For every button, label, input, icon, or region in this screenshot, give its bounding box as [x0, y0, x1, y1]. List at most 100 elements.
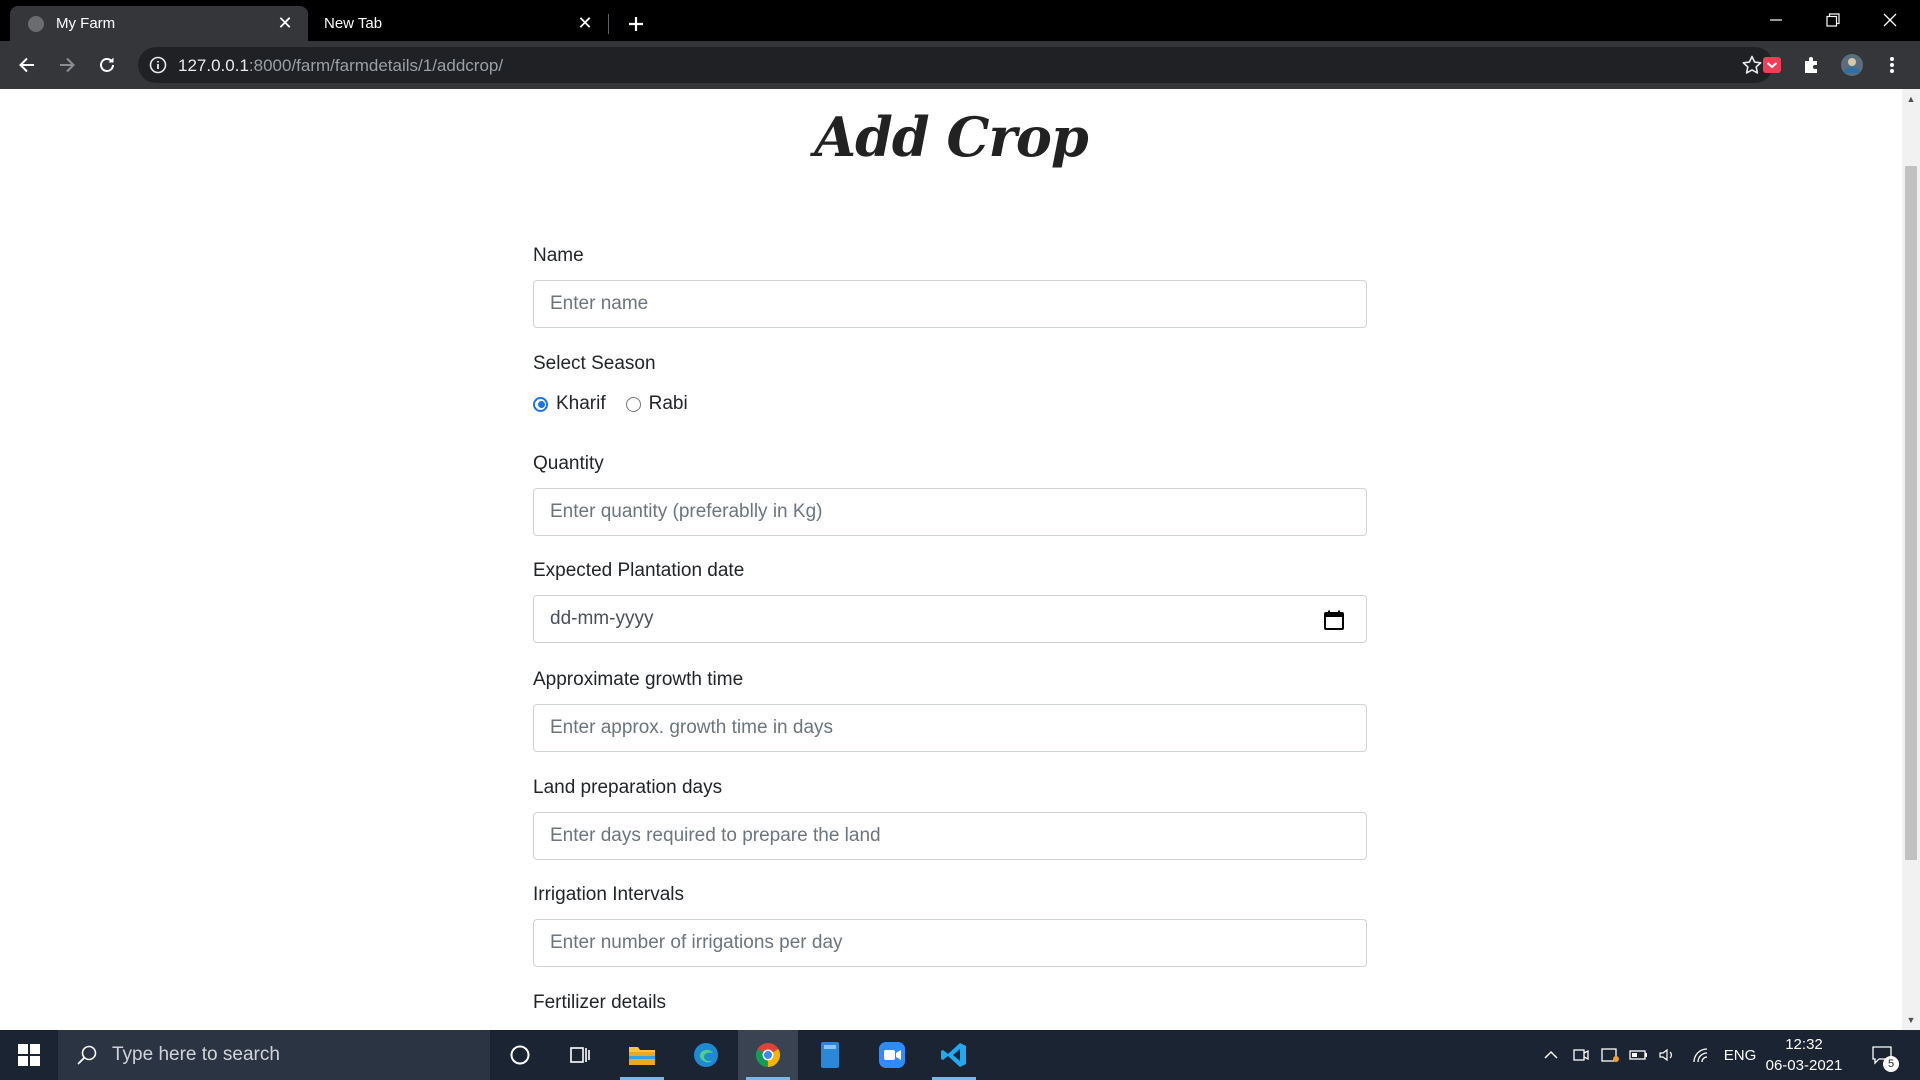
- info-icon[interactable]: [148, 55, 168, 75]
- growth-time-label: Approximate growth time: [533, 669, 744, 690]
- radio-kharif-label: Kharif: [556, 393, 606, 414]
- name-label: Name: [533, 245, 584, 266]
- scroll-up-arrow-icon[interactable]: ▲: [1906, 94, 1916, 104]
- search-icon: [77, 1045, 97, 1065]
- url-text[interactable]: 127.0.0.1:8000/farm/farmdetails/1/addcro…: [178, 56, 503, 76]
- close-icon[interactable]: ✕: [572, 11, 598, 37]
- radio-rabi[interactable]: Rabi: [625, 393, 688, 415]
- new-tab-button[interactable]: [620, 8, 652, 40]
- volume-tray-icon[interactable]: [1656, 1030, 1678, 1080]
- arrow-right-icon: [60, 57, 75, 73]
- radio-kharif[interactable]: Kharif: [533, 393, 606, 415]
- pocket-extension-button[interactable]: [1760, 53, 1784, 77]
- zoom-camera-icon: [879, 1042, 905, 1068]
- zoom-button[interactable]: [862, 1030, 922, 1080]
- chrome-menu-button[interactable]: [1880, 53, 1904, 77]
- show-hidden-icons-button[interactable]: [1540, 1030, 1562, 1080]
- notification-count-badge: 5: [1883, 1056, 1899, 1072]
- extensions-button[interactable]: [1800, 53, 1824, 77]
- window-close-button[interactable]: [1862, 0, 1918, 40]
- vscode-button[interactable]: [924, 1030, 984, 1080]
- quantity-group: Quantity: [533, 452, 1367, 536]
- windows-taskbar: Type here to search ENG 12:32 06-03-2021…: [0, 1030, 1920, 1080]
- radio-unchecked-icon[interactable]: [625, 396, 641, 412]
- plantation-date-input[interactable]: dd-mm-yyyy: [533, 595, 1367, 643]
- restore-icon: [1826, 13, 1840, 27]
- globe-icon: [28, 15, 44, 32]
- growth-time-input[interactable]: [533, 704, 1367, 752]
- edge-icon: [694, 1043, 718, 1067]
- irrigation-group: Irrigation Intervals: [533, 883, 1367, 967]
- kebab-menu-icon: [1890, 57, 1894, 73]
- document-icon: [821, 1042, 839, 1068]
- address-bar[interactable]: 127.0.0.1:8000/farm/farmdetails/1/addcro…: [138, 47, 1773, 83]
- profile-avatar[interactable]: [1840, 53, 1864, 77]
- taskbar-search[interactable]: Type here to search: [58, 1030, 490, 1080]
- quantity-input[interactable]: [533, 488, 1367, 536]
- tab-separator: [608, 14, 609, 34]
- task-view-icon: [570, 1047, 590, 1063]
- close-icon[interactable]: ✕: [272, 11, 298, 37]
- tab-my-farm[interactable]: My Farm ✕: [10, 6, 308, 41]
- arrow-left-icon: [19, 57, 34, 73]
- radio-checked-icon[interactable]: [533, 396, 548, 412]
- irrigation-label: Irrigation Intervals: [533, 884, 685, 905]
- land-prep-input[interactable]: [533, 812, 1367, 860]
- quantity-label: Quantity: [533, 453, 604, 474]
- browser-toolbar: 127.0.0.1:8000/farm/farmdetails/1/addcro…: [0, 41, 1920, 89]
- start-button[interactable]: [0, 1030, 58, 1080]
- page-scrollbar[interactable]: ▲ ▼: [1902, 89, 1920, 1030]
- chrome-icon: [755, 1043, 781, 1067]
- search-placeholder: Type here to search: [112, 1044, 280, 1065]
- wifi-icon: [1693, 1048, 1708, 1063]
- vscode-icon: [941, 1043, 966, 1067]
- back-button[interactable]: [11, 49, 43, 81]
- season-group: Select Season Kharif Rabi: [533, 352, 708, 416]
- chrome-button[interactable]: [738, 1030, 798, 1080]
- close-icon: [1883, 13, 1897, 27]
- reload-button[interactable]: [91, 49, 123, 81]
- forward-button[interactable]: [51, 49, 83, 81]
- scrollbar-thumb[interactable]: [1905, 166, 1917, 860]
- taskbar-clock[interactable]: 12:32 06-03-2021: [1762, 1034, 1846, 1076]
- irrigation-input[interactable]: [533, 919, 1367, 967]
- action-center-button[interactable]: 5: [1862, 1030, 1902, 1080]
- season-label: Select Season: [533, 353, 656, 374]
- name-group: Name: [533, 244, 1367, 328]
- scroll-down-arrow-icon[interactable]: ▼: [1906, 1015, 1916, 1025]
- battery-tray-icon[interactable]: [1628, 1030, 1650, 1080]
- plantation-date-label: Expected Plantation date: [533, 560, 745, 581]
- cortana-button[interactable]: [490, 1030, 550, 1080]
- language-indicator[interactable]: ENG: [1720, 1030, 1760, 1080]
- page-title: Add Crop: [814, 105, 1088, 169]
- folder-icon: [629, 1047, 655, 1065]
- land-prep-label: Land preparation days: [533, 777, 723, 798]
- edge-button[interactable]: [676, 1030, 736, 1080]
- reload-icon: [100, 57, 114, 72]
- cortana-circle-icon: [510, 1045, 530, 1065]
- network-tray-icon[interactable]: [1690, 1030, 1714, 1080]
- task-view-button[interactable]: [550, 1030, 610, 1080]
- meet-now-icon[interactable]: [1570, 1030, 1592, 1080]
- notepad-app-button[interactable]: [800, 1030, 860, 1080]
- radio-rabi-label: Rabi: [648, 393, 688, 414]
- file-explorer-button[interactable]: [612, 1030, 672, 1080]
- land-prep-group: Land preparation days: [533, 776, 1367, 860]
- security-tray-icon[interactable]: [1598, 1030, 1622, 1080]
- date-placeholder: dd-mm-yyyy: [550, 608, 654, 629]
- tab-title: New Tab: [324, 15, 383, 32]
- calendar-icon[interactable]: [1322, 608, 1346, 632]
- tab-new-tab[interactable]: New Tab ✕: [310, 6, 608, 41]
- restore-button[interactable]: [1805, 0, 1861, 40]
- name-input[interactable]: [533, 280, 1367, 328]
- tab-title: My Farm: [56, 15, 116, 32]
- fertilizer-label: Fertilizer details: [533, 992, 667, 1013]
- tab-bar: My Farm ✕ New Tab ✕: [0, 0, 1920, 41]
- season-radio-group: Kharif Rabi: [533, 392, 708, 416]
- clock-time: 12:32: [1785, 1036, 1823, 1053]
- battery-icon: [1629, 1050, 1647, 1060]
- puzzle-icon: [1805, 57, 1817, 73]
- speaker-icon: [1659, 1048, 1672, 1062]
- minimize-button[interactable]: [1748, 0, 1804, 40]
- fertilizer-group: Fertilizer details: [533, 991, 666, 1015]
